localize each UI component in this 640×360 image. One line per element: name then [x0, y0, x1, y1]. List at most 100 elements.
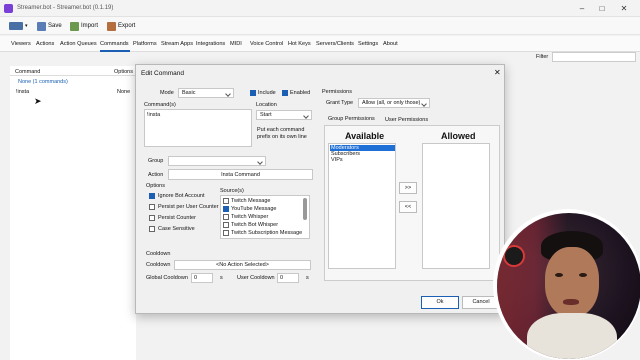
tab-viewers[interactable]: Viewers	[11, 41, 31, 47]
cooldown-label: Cooldown	[146, 262, 171, 268]
table-row-value: None	[117, 89, 131, 95]
option-label: Ignore Bot Account	[158, 193, 205, 199]
source-label: Twitch Whisper	[231, 214, 269, 220]
ignore-bot-checkbox[interactable]	[149, 193, 155, 199]
include-label: Include	[258, 90, 276, 96]
mouse-cursor-icon: ➤	[34, 96, 42, 106]
dialog-title: Edit Command	[141, 70, 184, 77]
mode-select[interactable]: Basic	[178, 88, 234, 98]
group-row[interactable]: None (1 commands)	[18, 79, 68, 85]
sources-list[interactable]: Twitch Message YouTube Message Twitch Wh…	[220, 195, 310, 239]
mode-value: Basic	[182, 90, 196, 96]
location-label: Location	[256, 102, 277, 108]
allowed-list[interactable]	[422, 143, 490, 269]
global-cooldown-label: Global Cooldown	[146, 275, 188, 281]
ok-button[interactable]: Ok	[421, 296, 459, 309]
options-label: Options	[146, 183, 165, 189]
cooldown-select[interactable]: <No Action Selected>	[174, 260, 311, 270]
source-label: YouTube Message	[231, 206, 277, 212]
available-header: Available	[345, 131, 385, 141]
table-row-command[interactable]: !insta	[16, 89, 29, 95]
location-value: Start	[260, 112, 272, 118]
option-label: Case Sensitive	[158, 226, 195, 232]
source-label: Twitch Subscription Message	[231, 230, 303, 236]
filter-label: Filter	[536, 54, 549, 60]
tab-stream-apps[interactable]: Stream Apps	[161, 41, 193, 47]
twitch-message-checkbox[interactable]	[223, 198, 229, 204]
save-button[interactable]: Save	[37, 20, 62, 32]
twitch-bot-whisper-checkbox[interactable]	[223, 222, 229, 228]
action-select[interactable]: Insta Command	[168, 169, 313, 180]
commands-label: Command(s)	[144, 102, 176, 108]
sources-scrollbar[interactable]	[303, 198, 307, 220]
tab-group-permissions[interactable]: Group Permissions	[328, 116, 375, 122]
grant-type-select[interactable]: Allow (all, or only those)	[358, 98, 430, 108]
commands-list[interactable]	[10, 66, 136, 360]
filter-input[interactable]	[552, 52, 636, 62]
list-item[interactable]: VIPs	[331, 157, 343, 163]
group-label: Group	[148, 158, 164, 164]
save-icon	[37, 21, 46, 31]
remove-permission-button[interactable]: <<	[399, 201, 417, 213]
close-dialog-icon[interactable]: ✕	[494, 68, 501, 77]
grant-type-value: Allow (all, or only those)	[362, 100, 421, 106]
import-label: Import	[81, 23, 99, 29]
tab-servers-clients[interactable]: Servers/Clients	[316, 41, 354, 47]
toolbar: ▾ Save Import Export	[0, 17, 640, 35]
tab-commands[interactable]: Commands	[100, 41, 129, 47]
tab-actions[interactable]: Actions	[36, 41, 54, 47]
webcam-overlay	[497, 213, 640, 359]
tab-settings[interactable]: Settings	[358, 41, 378, 47]
source-label: Twitch Bot Whisper	[231, 222, 279, 228]
group-select[interactable]	[168, 156, 266, 166]
tab-voice-control[interactable]: Voice Control	[250, 41, 283, 47]
global-cooldown-unit: s	[220, 275, 223, 281]
app-logo-icon	[4, 4, 13, 13]
add-permission-button[interactable]: >>	[399, 182, 417, 194]
window-title: Streamer.bot - Streamer.bot (0.1.19)	[17, 5, 114, 11]
right-eye	[579, 273, 587, 277]
user-cooldown-input[interactable]: 0	[277, 273, 299, 283]
case-sensitive-checkbox[interactable]	[149, 226, 155, 232]
column-command[interactable]: Command	[15, 69, 40, 75]
active-tab-indicator	[100, 50, 130, 52]
tab-platforms[interactable]: Platforms	[133, 41, 157, 47]
location-select[interactable]: Start	[256, 110, 312, 120]
column-options[interactable]: Options	[114, 69, 133, 75]
close-window-icon[interactable]: ✕	[617, 3, 631, 14]
tab-about[interactable]: About	[383, 41, 398, 47]
main-tabs: Viewers Actions Action Queues Commands P…	[0, 36, 640, 52]
enabled-checkbox[interactable]	[282, 90, 288, 96]
user-cooldown-unit: s	[306, 275, 309, 281]
twitch-subscription-checkbox[interactable]	[223, 230, 229, 236]
twitch-whisper-checkbox[interactable]	[223, 214, 229, 220]
global-cooldown-input[interactable]: 0	[191, 273, 213, 283]
action-label: Action	[148, 172, 164, 178]
import-button[interactable]: Import	[70, 20, 98, 32]
export-label: Export	[118, 23, 136, 29]
user-cooldown-value: 0	[280, 275, 284, 281]
persist-user-counter-checkbox[interactable]	[149, 204, 155, 210]
mascot-logo	[503, 245, 525, 267]
save-label: Save	[48, 23, 62, 29]
youtube-message-checkbox[interactable]	[223, 206, 229, 212]
minimize-icon[interactable]: –	[575, 3, 589, 14]
include-checkbox[interactable]	[250, 90, 256, 96]
permissions-label: Permissions	[322, 89, 352, 95]
tab-action-queues[interactable]: Action Queues	[60, 41, 97, 47]
cooldown-value: <No Action Selected>	[216, 262, 269, 268]
export-button[interactable]: Export	[107, 20, 135, 32]
hamburger-icon	[9, 22, 23, 30]
commands-textarea[interactable]: !insta	[144, 109, 252, 147]
persist-counter-checkbox[interactable]	[149, 215, 155, 221]
tab-integrations[interactable]: Integrations	[196, 41, 225, 47]
menu-dropdown-button[interactable]: ▾	[9, 20, 28, 32]
tab-hot-keys[interactable]: Hot Keys	[288, 41, 311, 47]
maximize-icon[interactable]: □	[595, 3, 609, 14]
tab-user-permissions[interactable]: User Permissions	[385, 117, 428, 123]
enabled-label: Enabled	[290, 90, 311, 96]
tab-midi[interactable]: MIDI	[230, 41, 242, 47]
available-list[interactable]: Moderators Subscribers VIPs	[328, 143, 396, 269]
global-cooldown-value: 0	[194, 275, 198, 281]
cooldown-section-label: Cooldown	[146, 251, 171, 257]
